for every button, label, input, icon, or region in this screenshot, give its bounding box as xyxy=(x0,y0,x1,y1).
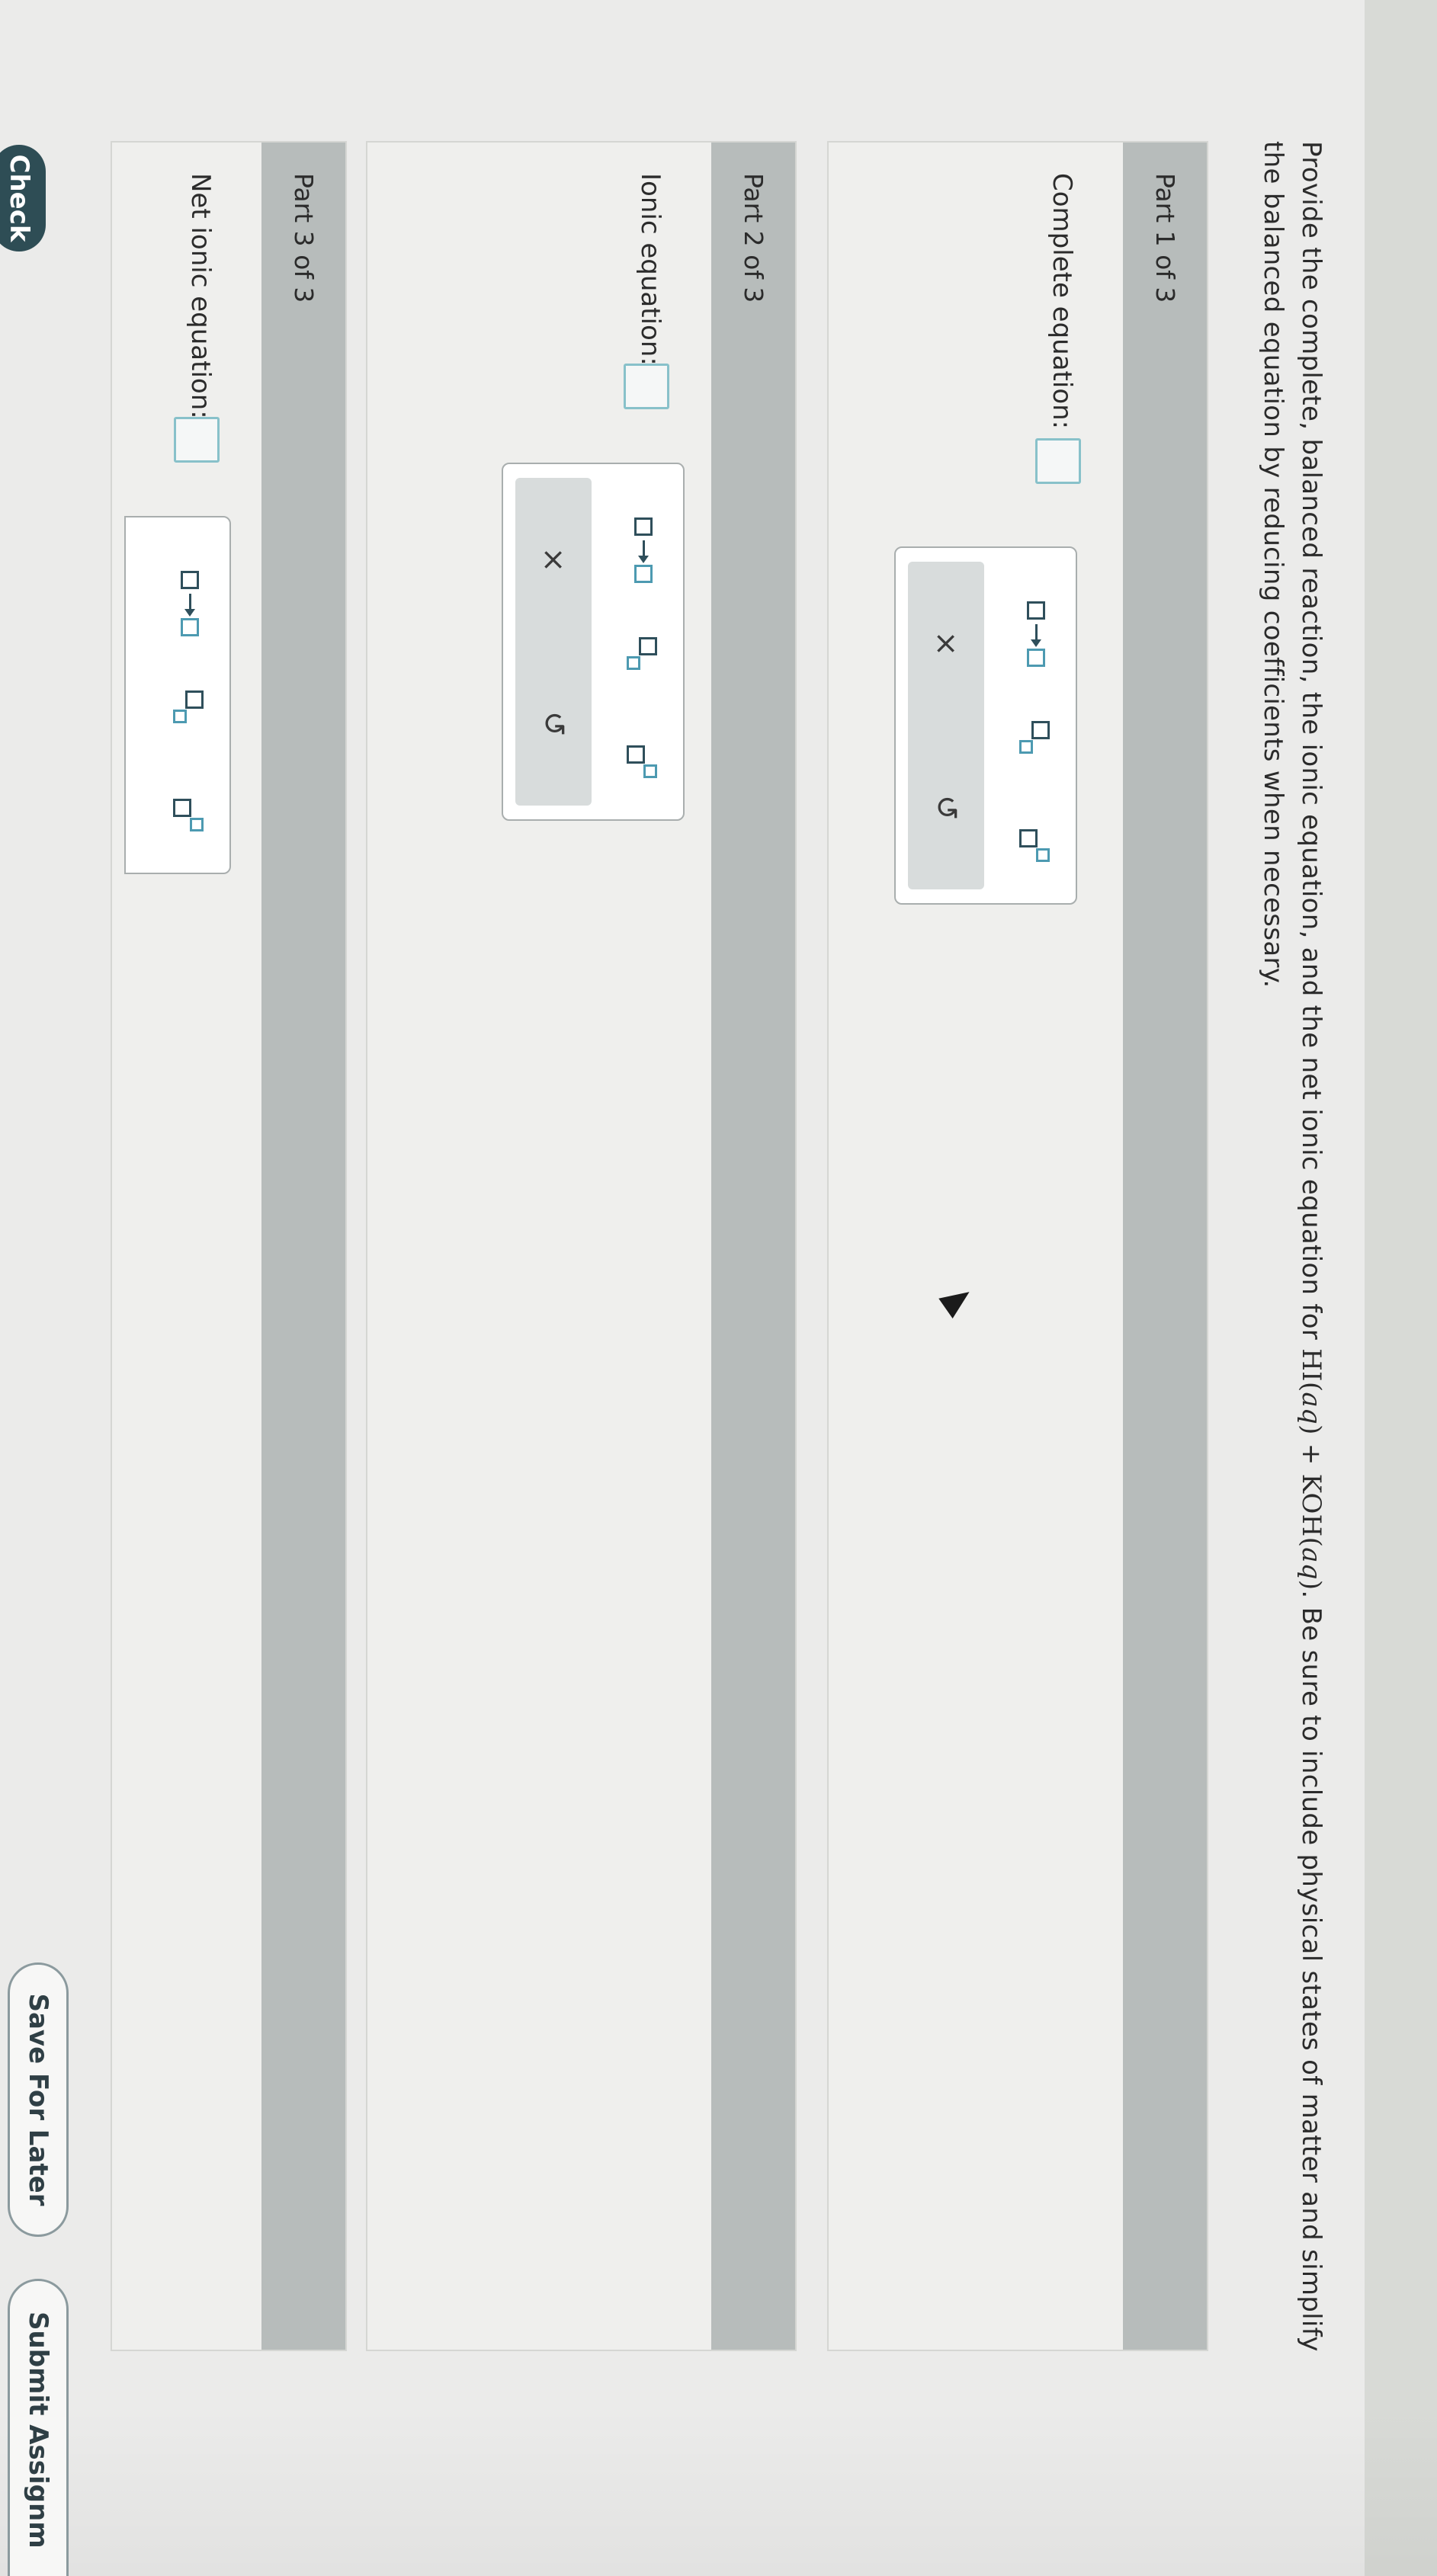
net-ionic-equation-label: Net ionic equation: xyxy=(185,173,216,419)
check-button[interactable]: Check xyxy=(0,145,46,252)
superscript-icon[interactable] xyxy=(1007,818,1050,886)
reactant-2-state: aq xyxy=(1296,1547,1326,1580)
prompt-lead: Provide the complete, balanced reaction,… xyxy=(1296,141,1326,1349)
reactant-2-formula: KOH xyxy=(1296,1473,1326,1537)
part-3-palette xyxy=(124,516,231,874)
reaction-arrow-icon[interactable] xyxy=(161,571,204,639)
part-1-header: Part 1 of 3 xyxy=(1123,143,1207,2350)
question-prompt: Provide the complete, balanced reaction,… xyxy=(1254,141,1330,2389)
part-3-header: Part 3 of 3 xyxy=(261,143,345,2350)
plus-sign: + xyxy=(1296,1443,1326,1466)
part-2-tools xyxy=(614,517,657,803)
reaction-arrow-icon[interactable] xyxy=(614,517,657,586)
reactant-1-state: aq xyxy=(1296,1392,1326,1425)
part-2-palette: × ↺ xyxy=(502,463,685,821)
net-ionic-equation-answer-box[interactable] xyxy=(174,417,220,463)
part-3-panel: Part 3 of 3 Net ionic equation: xyxy=(111,141,347,2351)
clear-icon[interactable]: × xyxy=(536,478,571,642)
ionic-equation-answer-box[interactable] xyxy=(624,364,669,409)
browser-top-band xyxy=(1353,0,1437,2576)
save-for-later-button[interactable]: Save For Later xyxy=(8,1962,69,2237)
ionic-equation-label: Ionic equation: xyxy=(635,173,666,366)
part-2-panel: Part 2 of 3 Ionic equation: × ↺ xyxy=(366,141,797,2351)
undo-icon[interactable]: ↺ xyxy=(536,642,571,806)
part-2-action-bar: × ↺ xyxy=(515,478,592,806)
part-1-palette: × ↺ xyxy=(894,546,1077,905)
screen: Provide the complete, balanced reaction,… xyxy=(0,0,1437,2576)
submit-assignment-button[interactable]: Submit Assignm xyxy=(8,2279,69,2576)
superscript-icon[interactable] xyxy=(614,734,657,803)
subscript-icon[interactable] xyxy=(161,679,204,748)
complete-equation-answer-box[interactable] xyxy=(1035,438,1081,484)
page-shadow xyxy=(0,2408,1437,2576)
subscript-icon[interactable] xyxy=(1007,710,1050,778)
superscript-icon[interactable] xyxy=(161,787,204,856)
part-1-action-bar: × ↺ xyxy=(908,562,984,889)
reactant-2: KOH(aq) xyxy=(1296,1473,1326,1591)
subscript-icon[interactable] xyxy=(614,626,657,694)
reactant-1-formula: HI xyxy=(1296,1348,1326,1382)
part-2-header: Part 2 of 3 xyxy=(711,143,795,2350)
reactant-1: HI(aq) xyxy=(1296,1348,1326,1435)
reaction-arrow-icon[interactable] xyxy=(1007,601,1050,670)
complete-equation-label: Complete equation: xyxy=(1047,173,1077,430)
undo-icon[interactable]: ↺ xyxy=(929,726,964,889)
part-1-panel: Part 1 of 3 Complete equation: × ↺ xyxy=(827,141,1208,2351)
clear-icon[interactable]: × xyxy=(929,562,964,726)
part-1-tools xyxy=(1007,601,1050,886)
part-3-tools xyxy=(161,571,204,856)
